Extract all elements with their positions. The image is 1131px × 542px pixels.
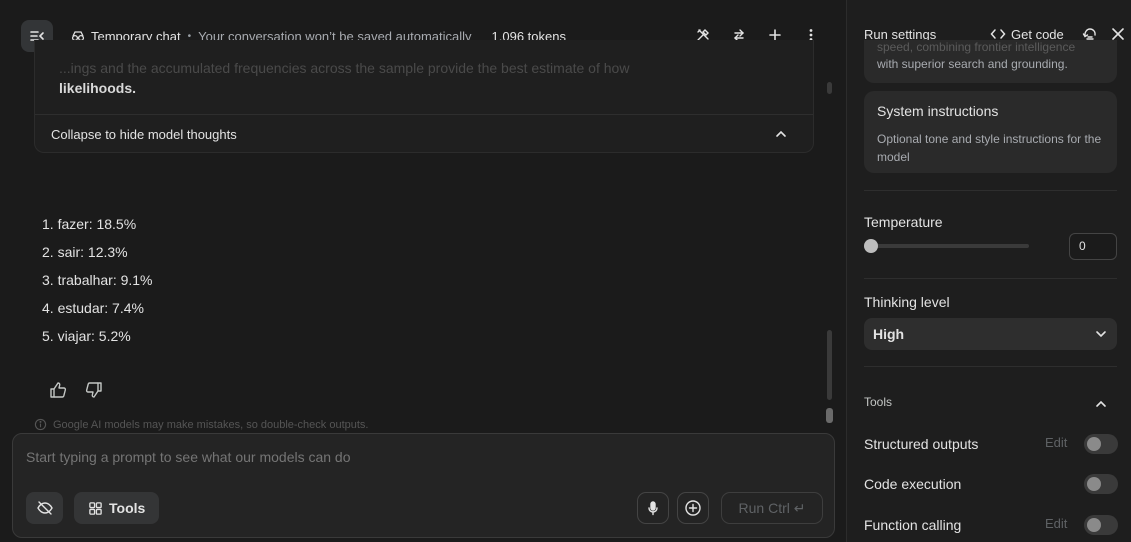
chat-pane: Temporary chat • Your conversation won’t… [0,0,846,542]
scrollbar-thumb[interactable] [827,330,832,400]
scrollbar-bottom-marker[interactable] [826,408,833,423]
model-thoughts-panel: ...ings and the accumulated frequencies … [34,40,814,153]
tool-row-code-execution: Code execution [864,474,1118,496]
collapse-thoughts-button[interactable]: Collapse to hide model thoughts [51,127,237,142]
eye-off-icon [36,499,54,517]
temperature-slider[interactable] [864,238,1029,254]
run-button-label: Run [738,500,765,516]
tool-row-structured-outputs: Structured outputs Edit [864,434,1118,456]
function-calling-toggle[interactable] [1084,515,1118,535]
thinking-level-select[interactable]: High [864,318,1117,350]
list-item: 2. sair: 12.3% [42,244,128,260]
chevron-up-icon[interactable] [773,126,789,142]
tool-label: Function calling [864,517,962,533]
plus-circle-icon [684,499,702,517]
thinking-level-label: Thinking level [864,294,950,310]
add-media-button[interactable] [677,492,709,524]
tools-button[interactable]: Tools [74,492,159,524]
model-selector-card[interactable]: speed, combining frontier intelligence w… [864,40,1117,83]
grid-icon [88,501,103,516]
thoughts-text: likelihoods. [59,80,137,96]
edit-link[interactable]: Edit [1045,435,1067,450]
run-button[interactable]: Run Ctrl ↵ [721,492,823,524]
disclaimer: Google AI models may make mistakes, so d… [34,418,369,431]
visibility-toggle-button[interactable] [26,492,63,524]
tools-button-label: Tools [109,500,146,516]
microphone-button[interactable] [637,492,669,524]
run-shortcut: Ctrl ↵ [768,499,806,516]
disclaimer-text: Google AI models may make mistakes, so d… [53,418,369,431]
tool-row-function-calling: Function calling Edit [864,515,1118,537]
prompt-box: Tools Run Ctrl ↵ [12,433,835,538]
section-divider [864,278,1117,279]
list-item: 1. fazer: 18.5% [42,216,137,232]
tool-label: Structured outputs [864,436,979,452]
thoughts-faded-text: ...ings and the accumulated frequencies … [59,60,630,76]
section-divider [864,190,1117,191]
tool-label: Code execution [864,476,962,492]
chevron-up-icon[interactable] [1093,396,1109,412]
thinking-level-value: High [873,326,905,342]
code-execution-toggle[interactable] [1084,474,1118,494]
slider-thumb[interactable] [864,239,878,253]
microphone-icon [645,500,661,516]
list-item: 3. trabalhar: 9.1% [42,272,153,288]
model-answer-list: 1. fazer: 18.5% 2. sair: 12.3% 3. trabal… [42,214,153,354]
thoughts-divider [35,114,813,115]
temperature-input[interactable]: 0 [1069,233,1117,260]
run-settings-panel: Run settings Get code speed, combining f… [846,0,1131,542]
thumbs-down-icon[interactable] [84,380,104,400]
feedback-buttons [48,380,104,400]
list-item: 4. estudar: 7.4% [42,300,144,316]
system-instructions-placeholder: Optional tone and style instructions for… [877,132,1102,164]
model-description: with superior search and grounding. [877,57,1068,71]
system-instructions-card[interactable]: System instructions Optional tone and st… [864,91,1117,173]
edit-link[interactable]: Edit [1045,516,1067,531]
list-item: 5. viajar: 5.2% [42,328,131,344]
structured-outputs-toggle[interactable] [1084,434,1118,454]
system-instructions-title: System instructions [877,103,999,119]
scrollbar-top-marker[interactable] [827,82,832,94]
temperature-label: Temperature [864,214,943,230]
chevron-down-icon [1093,326,1109,342]
section-divider [864,366,1117,367]
prompt-input[interactable] [26,449,806,465]
toggle-knob [1087,518,1101,532]
model-description-cut: speed, combining frontier intelligence [877,40,1076,54]
toggle-knob [1087,437,1101,451]
slider-track [864,244,1029,248]
info-icon [34,418,47,431]
toggle-knob [1087,477,1101,491]
tools-section-heading[interactable]: Tools [864,395,892,409]
thumbs-up-icon[interactable] [48,380,68,400]
